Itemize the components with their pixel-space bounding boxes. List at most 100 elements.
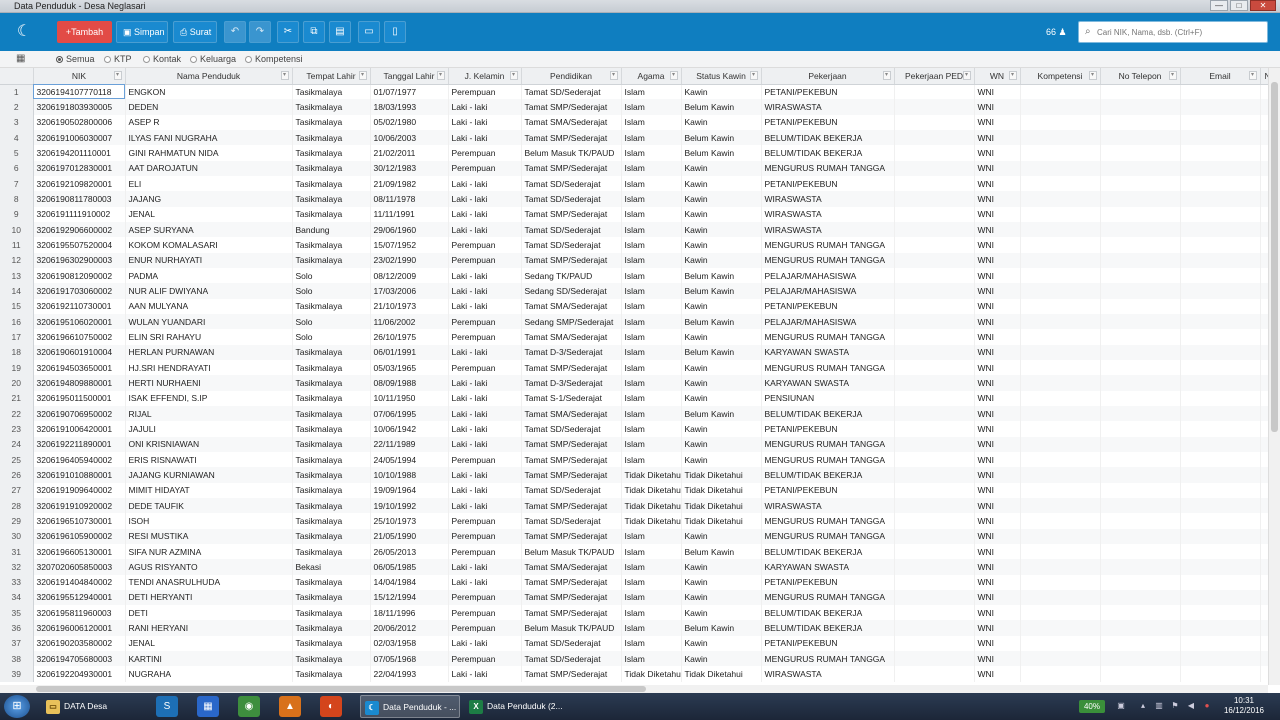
row-number[interactable]: 37 <box>0 635 34 652</box>
table-cell[interactable] <box>1180 666 1261 682</box>
table-cell[interactable]: Kawin <box>681 528 762 544</box>
table-cell[interactable]: MENGURUS RUMAH TANGGA <box>761 237 895 253</box>
table-cell[interactable]: 3206192109820001 <box>33 175 126 192</box>
table-cell[interactable] <box>1260 390 1268 406</box>
table-cell[interactable]: Tamat SD/Sederajat <box>521 175 622 192</box>
table-cell[interactable] <box>894 252 975 268</box>
table-cell[interactable] <box>1260 497 1268 514</box>
table-cell[interactable]: Islam <box>621 191 682 207</box>
table-cell[interactable]: HERTI NURHAENI <box>125 375 293 391</box>
table-cell[interactable] <box>1180 267 1261 284</box>
table-cell[interactable]: Belum Kawin <box>681 145 762 161</box>
volume-icon[interactable]: ◀ <box>1186 701 1196 711</box>
table-cell[interactable]: Perempuan <box>448 237 522 253</box>
table-cell[interactable]: Tasikmalaya <box>292 390 371 406</box>
table-cell[interactable] <box>894 390 975 406</box>
table-cell[interactable] <box>1260 482 1268 498</box>
table-cell[interactable]: Laki - laki <box>448 635 522 652</box>
table-cell[interactable]: Perempuan <box>448 651 522 667</box>
table-cell[interactable]: WIRASWASTA <box>761 99 895 115</box>
table-cell[interactable]: Islam <box>621 252 682 268</box>
table-cell[interactable] <box>1020 375 1101 391</box>
table-cell[interactable]: Perempuan <box>448 329 522 345</box>
table-cell[interactable] <box>1260 421 1268 437</box>
table-cell[interactable]: 10/10/1988 <box>370 467 449 483</box>
table-cell[interactable]: Tasikmalaya <box>292 206 371 222</box>
table-cell[interactable]: 3206191006030007 <box>33 129 126 146</box>
paste-button[interactable]: ▤ <box>329 21 351 43</box>
table-cell[interactable]: Islam <box>621 635 682 652</box>
table-cell[interactable] <box>894 313 975 330</box>
table-cell[interactable]: Tamat SMP/Sederajat <box>521 666 622 682</box>
row-number[interactable]: 38 <box>0 651 34 667</box>
table-cell[interactable]: Perempuan <box>448 605 522 621</box>
table-cell[interactable] <box>1100 145 1181 161</box>
table-cell[interactable] <box>1100 589 1181 606</box>
table-cell[interactable]: WNI <box>974 436 1021 452</box>
battery-indicator[interactable]: 40% <box>1079 700 1105 713</box>
table-cell[interactable] <box>894 160 975 176</box>
table-cell[interactable]: Kawin <box>681 559 762 575</box>
table-cell[interactable] <box>1020 145 1101 161</box>
table-cell[interactable]: Tasikmalaya <box>292 84 371 100</box>
table-cell[interactable]: HJ.SRI HENDRAYATI <box>125 359 293 376</box>
table-cell[interactable] <box>1260 666 1268 682</box>
row-number[interactable]: 34 <box>0 589 34 606</box>
table-cell[interactable]: 05/02/1980 <box>370 114 449 130</box>
table-cell[interactable]: RESI MUSTIKA <box>125 528 293 544</box>
table-cell[interactable]: Islam <box>621 237 682 253</box>
table-cell[interactable]: MENGURUS RUMAH TANGGA <box>761 513 895 529</box>
column-header[interactable]: No K <box>1260 68 1268 85</box>
table-cell[interactable]: Tasikmalaya <box>292 375 371 391</box>
table-cell[interactable]: MENGURUS RUMAH TANGGA <box>761 451 895 468</box>
table-cell[interactable] <box>1100 99 1181 115</box>
table-cell[interactable]: MENGURUS RUMAH TANGGA <box>761 589 895 606</box>
table-cell[interactable] <box>1180 313 1261 330</box>
table-cell[interactable]: Tamat SMP/Sederajat <box>521 467 622 483</box>
table-cell[interactable]: KOKOM KOMALASARI <box>125 237 293 253</box>
table-cell[interactable]: Kawin <box>681 651 762 667</box>
table-cell[interactable]: DEDEN <box>125 99 293 115</box>
table-row[interactable]: 35 3206195811960003 DETI Tasikmalaya 18/11/1… <box>0 605 1268 621</box>
table-cell[interactable]: PELAJAR/MAHASISWA <box>761 313 895 330</box>
table-row[interactable]: 3 3206190502800006 ASEP R Tasikmalaya 05/02/… <box>0 114 1268 130</box>
table-cell[interactable] <box>1020 451 1101 468</box>
row-number[interactable]: 33 <box>0 574 34 590</box>
task-data-penduduk-excel[interactable]: X Data Penduduk (2... <box>465 695 565 718</box>
table-cell[interactable]: Tasikmalaya <box>292 651 371 667</box>
table-cell[interactable]: PETANI/PEKEBUN <box>761 482 895 498</box>
table-cell[interactable] <box>1100 114 1181 130</box>
table-row[interactable]: 24 3206192211890001 ONI KRISNIAWAN Tasikmal… <box>0 436 1268 452</box>
table-cell[interactable]: Perempuan <box>448 589 522 606</box>
table-cell[interactable] <box>1020 467 1101 483</box>
table-cell[interactable] <box>1180 344 1261 360</box>
table-cell[interactable] <box>894 375 975 391</box>
table-cell[interactable]: 07/05/1968 <box>370 651 449 667</box>
letter-button[interactable]: ⎙ Surat <box>173 21 217 43</box>
table-cell[interactable]: 18/11/1996 <box>370 605 449 621</box>
table-cell[interactable]: Tamat SD/Sederajat <box>521 421 622 437</box>
table-cell[interactable]: PETANI/PEKEBUN <box>761 114 895 130</box>
table-cell[interactable] <box>1260 528 1268 544</box>
table-cell[interactable] <box>1180 574 1261 590</box>
table-cell[interactable]: WNI <box>974 84 1021 100</box>
table-cell[interactable] <box>1180 543 1261 560</box>
table-cell[interactable]: Laki - laki <box>448 390 522 406</box>
table-cell[interactable]: Tasikmalaya <box>292 298 371 314</box>
table-cell[interactable]: 08/11/1978 <box>370 191 449 207</box>
table-cell[interactable] <box>1260 129 1268 146</box>
filter-semua[interactable]: Semua <box>56 54 95 64</box>
table-cell[interactable] <box>1020 574 1101 590</box>
table-cell[interactable]: 29/06/1960 <box>370 221 449 238</box>
open-folder-button[interactable]: ▭ <box>358 21 380 43</box>
vertical-scroll-thumb[interactable] <box>1271 82 1278 432</box>
table-cell[interactable]: Islam <box>621 375 682 391</box>
table-cell[interactable]: 3206192211890001 <box>33 436 126 452</box>
table-cell[interactable] <box>1260 84 1268 100</box>
table-cell[interactable] <box>894 620 975 636</box>
table-cell[interactable]: Laki - laki <box>448 206 522 222</box>
table-cell[interactable]: Tidak Diketahui <box>681 482 762 498</box>
table-cell[interactable] <box>1260 635 1268 652</box>
table-cell[interactable]: Tasikmalaya <box>292 635 371 652</box>
table-cell[interactable] <box>1260 344 1268 360</box>
